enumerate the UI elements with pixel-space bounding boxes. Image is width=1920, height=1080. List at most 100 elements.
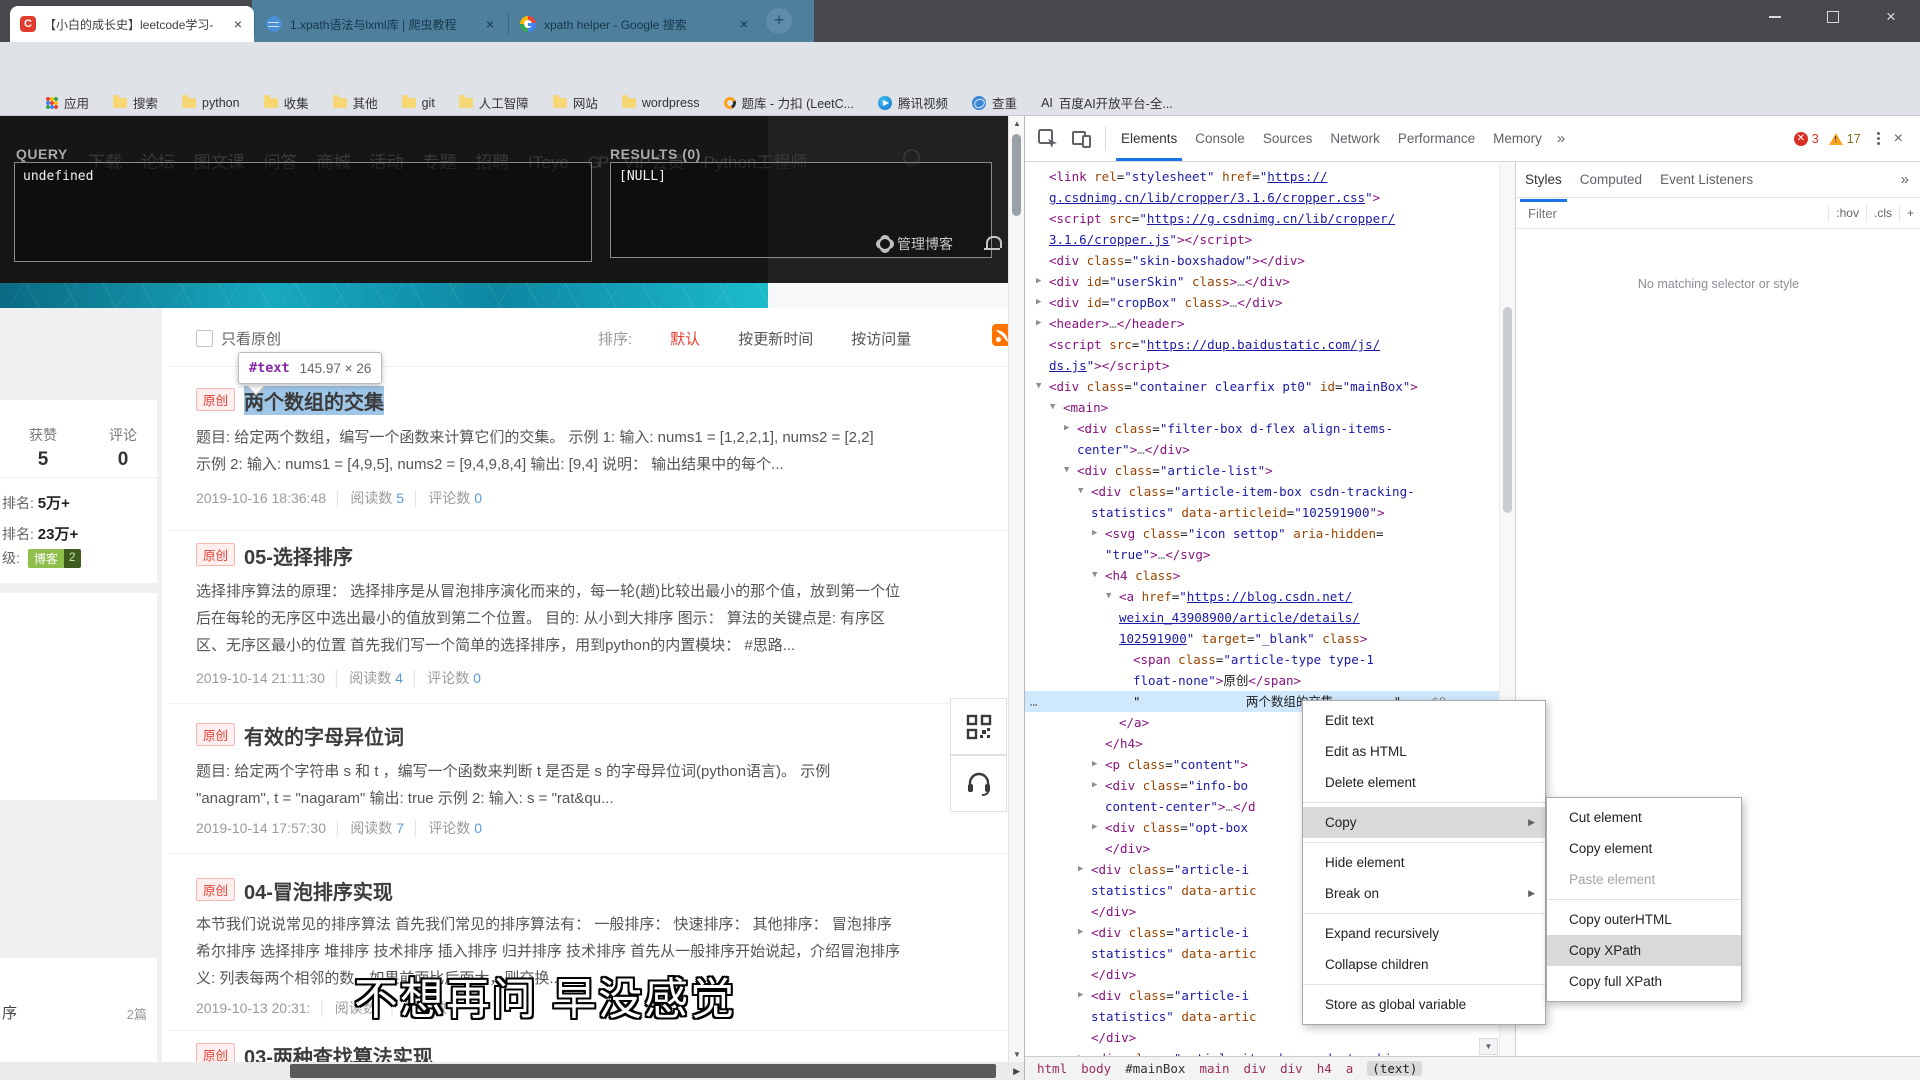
hscrollbar-thumb[interactable] [290,1064,996,1078]
dom-tree-node[interactable]: <script src="https://dup.baidustatic.com… [1025,334,1499,355]
styles-tab-event-listeners[interactable]: Event Listeners [1651,162,1762,202]
devtools-tab-console[interactable]: Console [1186,116,1254,161]
breadcrumb-item[interactable]: div [1280,1061,1303,1076]
expand-arrow-icon[interactable]: ▼ [1036,376,1041,397]
dom-tree-node[interactable]: </div> [1025,1027,1499,1048]
dom-tree-node[interactable]: ▼<main> [1025,397,1499,418]
sort-option[interactable]: 默认 [670,331,700,348]
expand-arrow-icon[interactable]: ▼ [1092,565,1097,586]
tab-close-icon[interactable]: × [484,16,496,32]
menu-item-break-on[interactable]: Break on▶ [1303,878,1545,909]
expand-arrow-icon[interactable]: ▶ [1036,313,1041,334]
dom-tree-node[interactable]: ▶<div id="userSkin" class>…</div> [1025,271,1499,292]
bookmark-item[interactable]: 其他 [333,93,378,112]
dom-tree-node[interactable]: center">…</div> [1025,439,1499,460]
bookmark-item[interactable]: AI百度AI开放平台-全... [1041,93,1173,112]
dom-tree-node[interactable]: ▼<h4 class> [1025,565,1499,586]
devtools-tab-sources[interactable]: Sources [1254,116,1322,161]
bookmark-item[interactable]: 题库 - 力扣 (LeetC... [724,93,855,112]
inspect-element-icon[interactable] [1037,128,1059,150]
browser-tab[interactable]: xpath helper - Google 搜索× [510,6,760,42]
dom-tree-node[interactable]: "true">…</svg> [1025,544,1499,565]
sort-option[interactable]: 按访问量 [851,331,911,348]
maximize-button[interactable] [1804,0,1862,34]
bookmark-item[interactable]: 收集 [264,93,309,112]
dom-tree-node[interactable]: statistics" data-articleid="102591900"> [1025,502,1499,523]
tab-close-icon[interactable]: × [738,16,750,32]
scroll-right-icon[interactable]: ▶ [1013,1066,1020,1077]
dom-tree-node[interactable]: <div class="skin-boxshadow"></div> [1025,250,1499,271]
error-count[interactable]: 3 [1812,132,1819,146]
submenu-item-copy-element[interactable]: Copy element [1547,833,1741,864]
new-style-rule-button[interactable]: + [1899,204,1920,222]
warning-count[interactable]: 17 [1847,132,1861,146]
article-title[interactable]: 03-两种查找算法实现 [244,1041,433,1062]
styles-more-tabs-icon[interactable]: » [1901,171,1920,188]
dom-tree-node[interactable]: ▼<div class="article-list"> [1025,460,1499,481]
devtools-tab-performance[interactable]: Performance [1389,116,1484,161]
sort-option[interactable]: 按更新时间 [738,331,813,348]
menu-item-edit-text[interactable]: Edit text [1303,705,1545,736]
dom-tree-node[interactable]: ▼<div class="container clearfix pt0" id=… [1025,376,1499,397]
browser-tab[interactable]: C【小白的成长史】leetcode学习-× [10,6,254,42]
devtools-tab-elements[interactable]: Elements [1112,116,1186,161]
cls-toggle[interactable]: .cls [1866,204,1899,222]
original-only-checkbox[interactable] [196,330,213,347]
expand-arrow-icon[interactable]: ▶ [1036,292,1041,313]
page-horizontal-scrollbar[interactable]: ▶ [0,1062,1024,1080]
rss-icon[interactable] [992,324,1008,346]
dom-tree-node[interactable]: g.csdnimg.cn/lib/cropper/3.1.6/cropper.c… [1025,187,1499,208]
expand-arrow-icon[interactable]: ▶ [1092,754,1097,775]
bookmark-item[interactable]: 应用 [46,93,89,112]
device-toolbar-icon[interactable] [1071,128,1093,150]
menu-item-delete-element[interactable]: Delete element [1303,767,1545,798]
menu-item-hide-element[interactable]: Hide element [1303,847,1545,878]
menu-item-collapse-children[interactable]: Collapse children [1303,949,1545,980]
warning-icon[interactable] [1829,133,1843,145]
bookmark-item[interactable]: 网站 [553,93,598,112]
breadcrumb-item[interactable]: h4 [1317,1061,1332,1076]
devtools-tab-network[interactable]: Network [1321,116,1389,161]
menu-item-copy[interactable]: Copy▶ [1303,807,1545,838]
expand-arrow-icon[interactable]: ▶ [1078,1048,1083,1056]
expand-arrow-icon[interactable]: ▶ [1092,523,1097,544]
menu-item-expand-recursively[interactable]: Expand recursively [1303,918,1545,949]
breadcrumb-item[interactable]: main [1199,1061,1229,1076]
article-title[interactable]: 两个数组的交集 [244,386,384,415]
breadcrumb-item[interactable]: body [1081,1061,1111,1076]
devtools-tab-memory[interactable]: Memory [1484,116,1551,161]
menu-item-store-as-global-variable[interactable]: Store as global variable [1303,989,1545,1020]
page-vertical-scrollbar[interactable]: ▲ ▼ [1008,116,1024,1062]
bookmark-item[interactable]: git [402,96,435,110]
expand-arrow-icon[interactable]: ▶ [1064,418,1069,439]
submenu-item-copy-full-xpath[interactable]: Copy full XPath [1547,966,1741,997]
xpath-query-box[interactable]: undefined [14,162,592,262]
bookmark-item[interactable]: 查重 [972,93,1017,112]
tab-close-icon[interactable]: × [232,16,244,32]
dom-tree-node[interactable]: ds.js"></script> [1025,355,1499,376]
scrollbar-thumb[interactable] [1012,134,1021,216]
submenu-item-cut-element[interactable]: Cut element [1547,802,1741,833]
styles-tab-computed[interactable]: Computed [1571,162,1651,202]
dom-tree-node[interactable]: 102591900" target="_blank" class> [1025,628,1499,649]
expand-arrow-icon[interactable]: ▶ [1092,775,1097,796]
bell-icon[interactable] [986,236,1002,248]
dom-tree-node[interactable]: ▶<div class="filter-box d-flex align-ite… [1025,418,1499,439]
dom-tree-node[interactable]: ▶<div class="article-item-box csdn-track… [1025,1048,1499,1056]
browser-tab[interactable]: 1.xpath语法与lxml库 | 爬虫教程× [256,6,506,42]
submenu-item-copy-xpath[interactable]: Copy XPath [1547,935,1741,966]
expand-arrow-icon[interactable]: ▶ [1078,922,1083,943]
expand-arrow-icon[interactable]: ▼ [1050,397,1055,418]
dom-tree-node[interactable]: <span class="article-type type-1 [1025,649,1499,670]
article-title[interactable]: 05-选择排序 [244,541,353,570]
category-label[interactable]: 序 [2,1002,17,1023]
expand-arrow-icon[interactable]: ▼ [1078,481,1083,502]
expand-arrow-icon[interactable]: ▶ [1036,271,1041,292]
customer-service-button[interactable] [950,755,1007,812]
error-icon[interactable]: ✕ [1794,132,1808,146]
breadcrumb-item[interactable]: a [1346,1061,1354,1076]
more-tabs-icon[interactable]: » [1551,130,1571,147]
bookmark-item[interactable]: 搜索 [113,93,158,112]
dom-tree-node[interactable]: ▶<div id="cropBox" class>…</div> [1025,292,1499,313]
dom-tree-node[interactable]: <link rel="stylesheet" href="https:// [1025,166,1499,187]
